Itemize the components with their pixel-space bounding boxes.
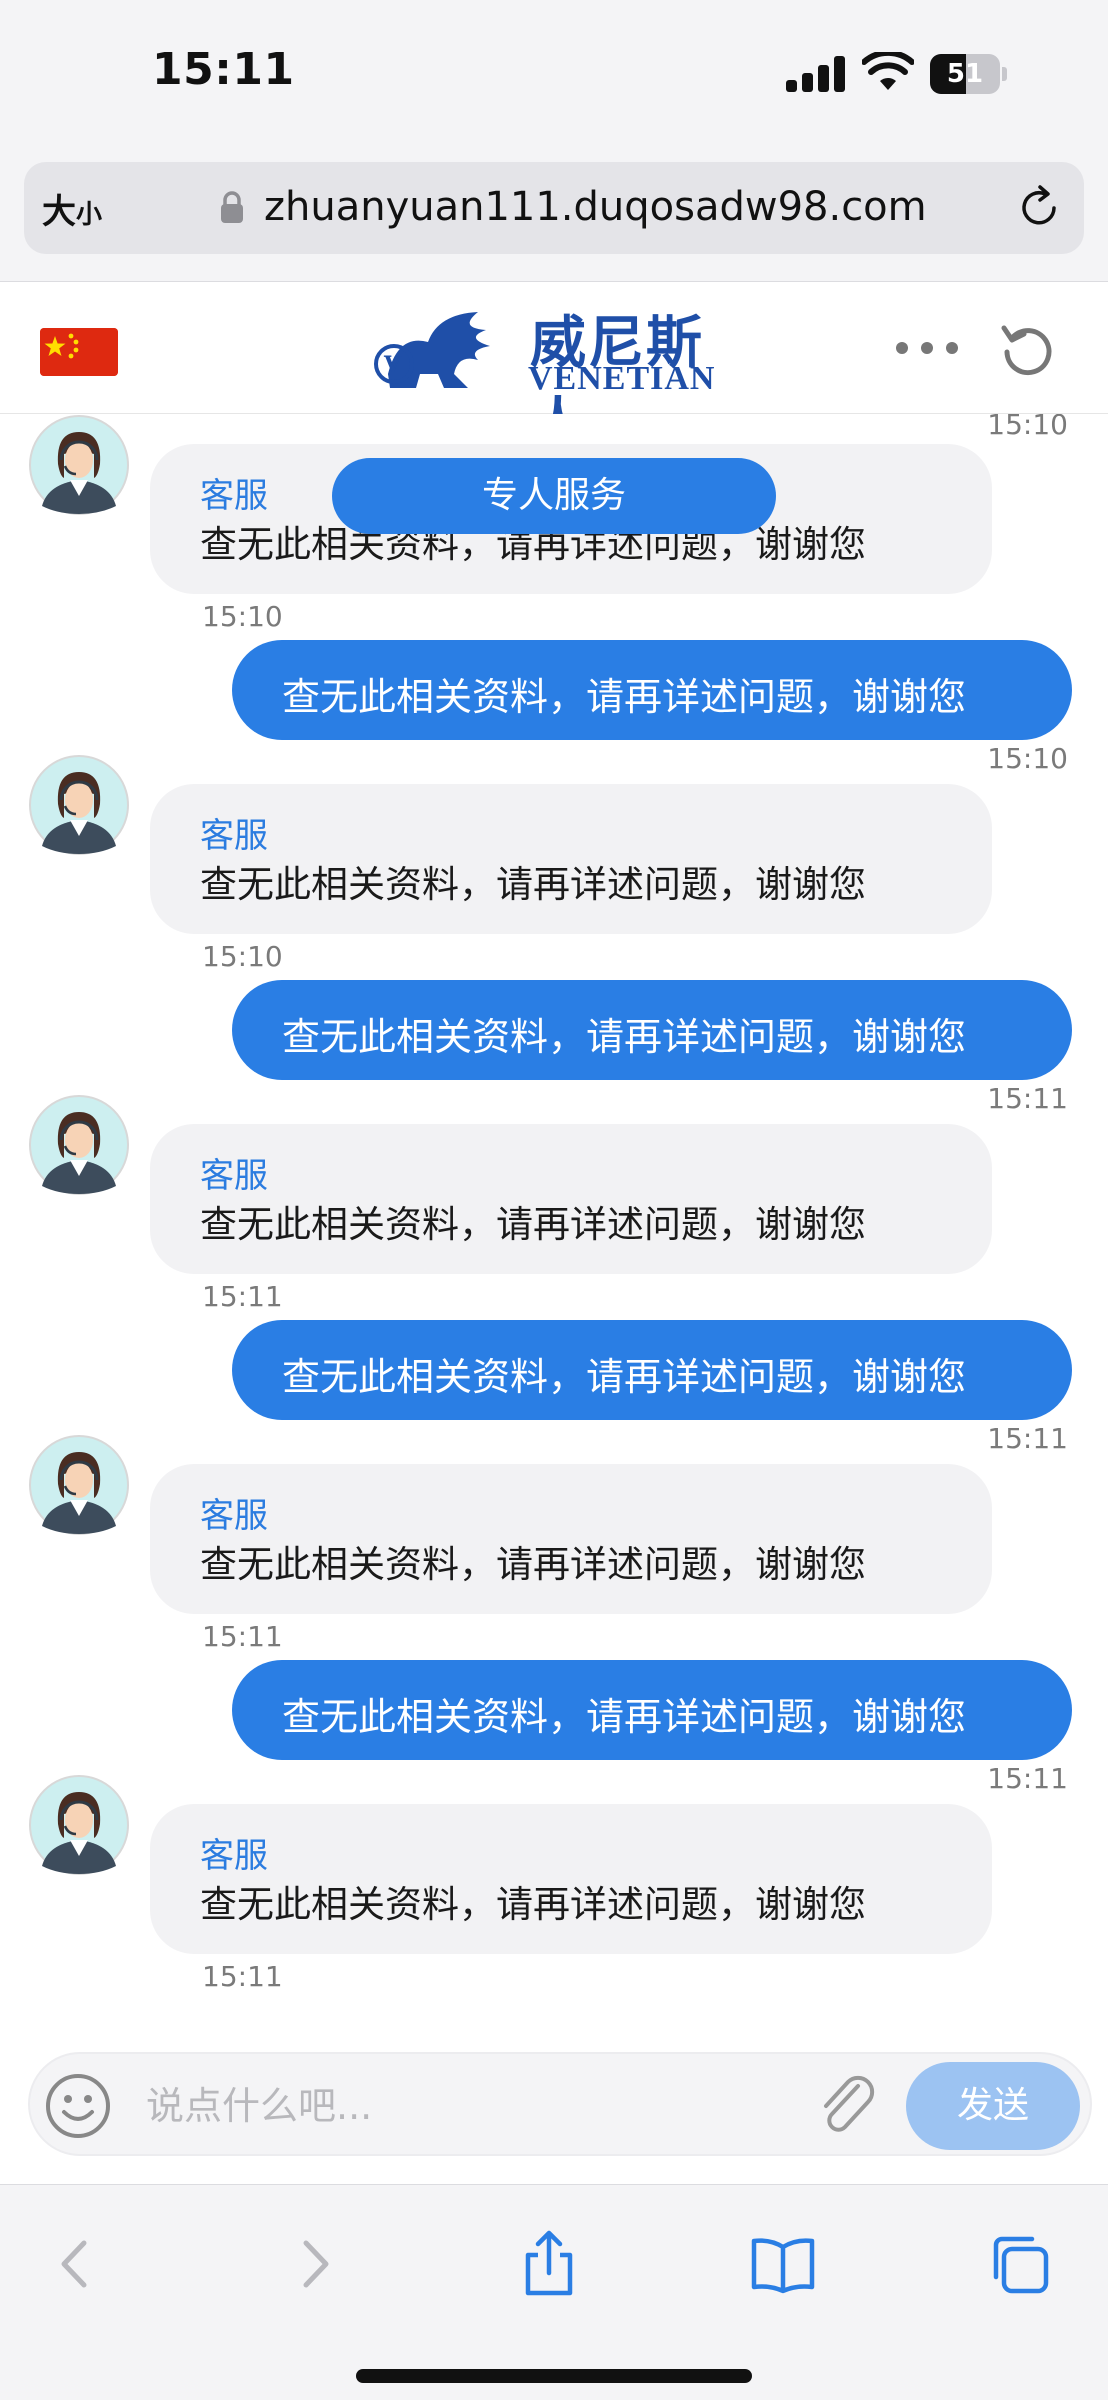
page: 15:11 51 大小 zhuanyuan111.duqosadw98.com … bbox=[0, 0, 1108, 2400]
battery-icon: 51 bbox=[930, 54, 1008, 94]
composer: 发送 bbox=[28, 2052, 1092, 2156]
agent-avatar[interactable] bbox=[28, 414, 130, 516]
message-input[interactable] bbox=[146, 2074, 806, 2138]
url-text[interactable]: zhuanyuan111.duqosadw98.com bbox=[264, 184, 927, 230]
status-time: 15:11 bbox=[152, 44, 295, 95]
battery-label: 51 bbox=[946, 59, 984, 89]
emoji-icon[interactable] bbox=[44, 2072, 112, 2140]
message-timestamp: 15:10 bbox=[987, 742, 1068, 775]
message-timestamp: 15:11 bbox=[202, 1280, 283, 1313]
message-timestamp: 15:10 bbox=[987, 414, 1068, 441]
address-bar[interactable]: 大小 zhuanyuan111.duqosadw98.com bbox=[24, 162, 1084, 254]
wifi-icon bbox=[862, 52, 914, 90]
status-bar: 15:11 51 bbox=[0, 0, 1108, 150]
message-text: 查无此相关资料，请再详述问题，谢谢您 bbox=[282, 1355, 967, 1399]
site-header: V 威尼斯人 VENETIAN bbox=[0, 282, 1108, 457]
agent-avatar[interactable] bbox=[28, 1434, 130, 1536]
message-bubble[interactable]: 查无此相关资料，请再详述问题，谢谢您 bbox=[232, 1320, 1072, 1420]
sender-name: 客服 bbox=[200, 476, 268, 516]
attach-icon[interactable] bbox=[814, 2072, 878, 2140]
message-text: 查无此相关资料，请再详述问题，谢谢您 bbox=[282, 1015, 967, 1059]
message-timestamp: 15:11 bbox=[202, 1960, 283, 1993]
lock-icon bbox=[221, 191, 243, 223]
share-icon[interactable] bbox=[514, 2229, 584, 2299]
venetian-logo[interactable]: V 威尼斯人 VENETIAN bbox=[368, 298, 748, 457]
sender-name: 客服 bbox=[200, 1496, 268, 1536]
sender-name: 客服 bbox=[200, 1836, 268, 1876]
back-icon[interactable] bbox=[40, 2229, 110, 2299]
text-size-button[interactable]: 大小 bbox=[42, 184, 102, 233]
message-text: 查无此相关资料，请再详述问题，谢谢您 bbox=[200, 1203, 866, 1246]
brand-name-en: VENETIAN bbox=[528, 360, 716, 397]
message-bubble[interactable]: 客服查无此相关资料，请再详述问题，谢谢您 bbox=[150, 1464, 992, 1614]
text-size-large: 大 bbox=[42, 192, 76, 232]
message-timestamp: 15:11 bbox=[987, 1082, 1068, 1115]
message-bubble[interactable]: 查无此相关资料，请再详述问题，谢谢您 bbox=[232, 980, 1072, 1080]
tabs-icon[interactable] bbox=[984, 2229, 1054, 2299]
forward-icon[interactable] bbox=[280, 2229, 350, 2299]
signal-icon bbox=[786, 56, 846, 92]
message-bubble[interactable]: 客服查无此相关资料，请再详述问题，谢谢您 bbox=[150, 1804, 992, 1954]
message-bubble[interactable]: 查无此相关资料，请再详述问题，谢谢您 bbox=[232, 1660, 1072, 1760]
chat-messages[interactable]: 15:10 客服 查无此相关资料，请再详述问题，谢谢您 15:10 查无此相关资料，请… bbox=[0, 414, 1108, 2044]
message-timestamp: 15:11 bbox=[202, 1620, 283, 1653]
send-button[interactable]: 发送 bbox=[906, 2062, 1080, 2150]
message-timestamp: 15:11 bbox=[987, 1422, 1068, 1455]
more-icon[interactable] bbox=[892, 334, 962, 364]
agent-avatar[interactable] bbox=[28, 1094, 130, 1196]
lion-emblem-icon: V bbox=[374, 312, 490, 388]
sender-name: 客服 bbox=[200, 1156, 268, 1196]
message-timestamp: 15:10 bbox=[202, 600, 283, 633]
reload-icon[interactable] bbox=[1014, 182, 1064, 232]
message-bubble[interactable]: 客服查无此相关资料，请再详述问题，谢谢您 bbox=[150, 1124, 992, 1274]
message-text: 查无此相关资料，请再详述问题，谢谢您 bbox=[200, 863, 866, 906]
message-bubble[interactable]: 客服查无此相关资料，请再详述问题，谢谢您 bbox=[150, 784, 992, 934]
bookmarks-icon[interactable] bbox=[748, 2229, 818, 2299]
browser-address-area: 大小 zhuanyuan111.duqosadw98.com bbox=[0, 150, 1108, 282]
sender-name: 客服 bbox=[200, 816, 268, 856]
home-indicator bbox=[356, 2369, 752, 2383]
agent-avatar[interactable] bbox=[28, 1774, 130, 1876]
browser-toolbar bbox=[0, 2184, 1108, 2400]
text-size-small: 小 bbox=[76, 200, 103, 230]
message-timestamp: 15:11 bbox=[987, 1762, 1068, 1795]
message-text: 查无此相关资料，请再详述问题，谢谢您 bbox=[282, 675, 967, 719]
message-text: 查无此相关资料，请再详述问题，谢谢您 bbox=[200, 1883, 866, 1926]
message-timestamp: 15:10 bbox=[202, 940, 283, 973]
svg-text:V: V bbox=[383, 352, 402, 378]
china-flag-icon[interactable] bbox=[40, 328, 118, 376]
refresh-icon[interactable] bbox=[998, 320, 1056, 378]
dedicated-service-button[interactable]: 专人服务 bbox=[332, 458, 776, 534]
composer-area: 发送 bbox=[0, 2044, 1108, 2184]
message-bubble[interactable]: 查无此相关资料，请再详述问题，谢谢您 bbox=[232, 640, 1072, 740]
agent-avatar[interactable] bbox=[28, 754, 130, 856]
message-text: 查无此相关资料，请再详述问题，谢谢您 bbox=[200, 1543, 866, 1586]
message-text: 查无此相关资料，请再详述问题，谢谢您 bbox=[282, 1695, 967, 1739]
